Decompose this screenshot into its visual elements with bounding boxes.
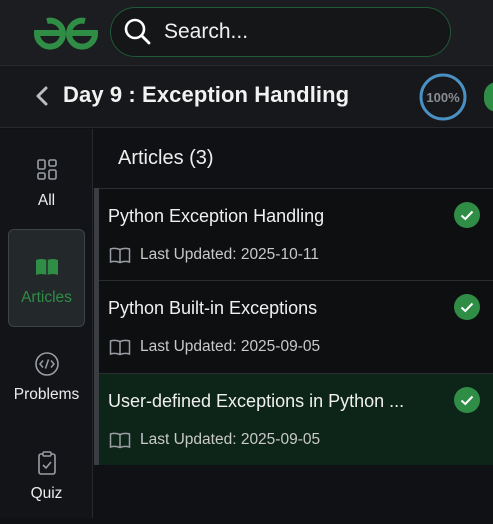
course-title-bar: Day 9 : Exception Handling 100% [0,66,493,128]
check-circle-icon [454,387,480,413]
chevron-left-icon[interactable] [34,85,50,107]
search-icon[interactable] [122,16,154,48]
article-title[interactable]: User-defined Exceptions in Python ... [108,391,404,412]
search-box[interactable]: Search... [110,7,451,57]
articles-panel: Articles (3) Python Exception Handling L… [94,129,493,518]
open-book-icon [35,259,58,275]
page-title: Day 9 : Exception Handling [63,82,350,107]
rail-item-label: Problems [13,386,80,403]
book-icon [109,339,131,356]
code-icon [34,352,59,376]
book-icon [109,247,131,264]
progress-percentage: 100% [426,89,460,105]
article-card[interactable]: Python Built-in Exceptions Last Updated:… [99,280,493,372]
rail-item-quiz[interactable]: Quiz [8,426,85,524]
rail-item-label: Quiz [30,485,63,502]
article-title[interactable]: Python Built-in Exceptions [108,298,317,319]
search-input[interactable]: Search... [164,20,248,44]
article-meta: Last Updated: 2025-09-05 [109,431,320,449]
rail-item-all[interactable]: All [8,133,85,231]
last-updated-text: Last Updated: 2025-10-11 [140,246,319,263]
article-meta: Last Updated: 2025-10-11 [109,246,319,264]
article-card-active[interactable]: User-defined Exceptions in Python ... La… [99,373,493,465]
left-navigation-rail: All Articles Problems Quiz [0,129,93,518]
brand-logo-icon[interactable] [32,14,100,50]
article-title[interactable]: Python Exception Handling [108,206,324,227]
last-updated-text: Last Updated: 2025-09-05 [140,338,321,355]
clipboard-check-icon [37,451,56,475]
check-circle-icon [454,202,480,228]
rail-item-label: All [37,192,56,209]
grid-icon [36,159,57,180]
section-heading: Articles (3) [118,147,214,169]
check-circle-icon [454,294,480,320]
top-header: Search... [0,0,493,66]
last-updated-text: Last Updated: 2025-09-05 [140,431,321,448]
rail-item-articles[interactable]: Articles [8,229,85,327]
book-icon [109,432,131,449]
rail-item-problems[interactable]: Problems [8,327,85,425]
article-card[interactable]: Python Exception Handling Last Updated: … [99,188,493,280]
article-meta: Last Updated: 2025-09-05 [109,338,320,356]
rail-item-label: Articles [21,289,72,306]
